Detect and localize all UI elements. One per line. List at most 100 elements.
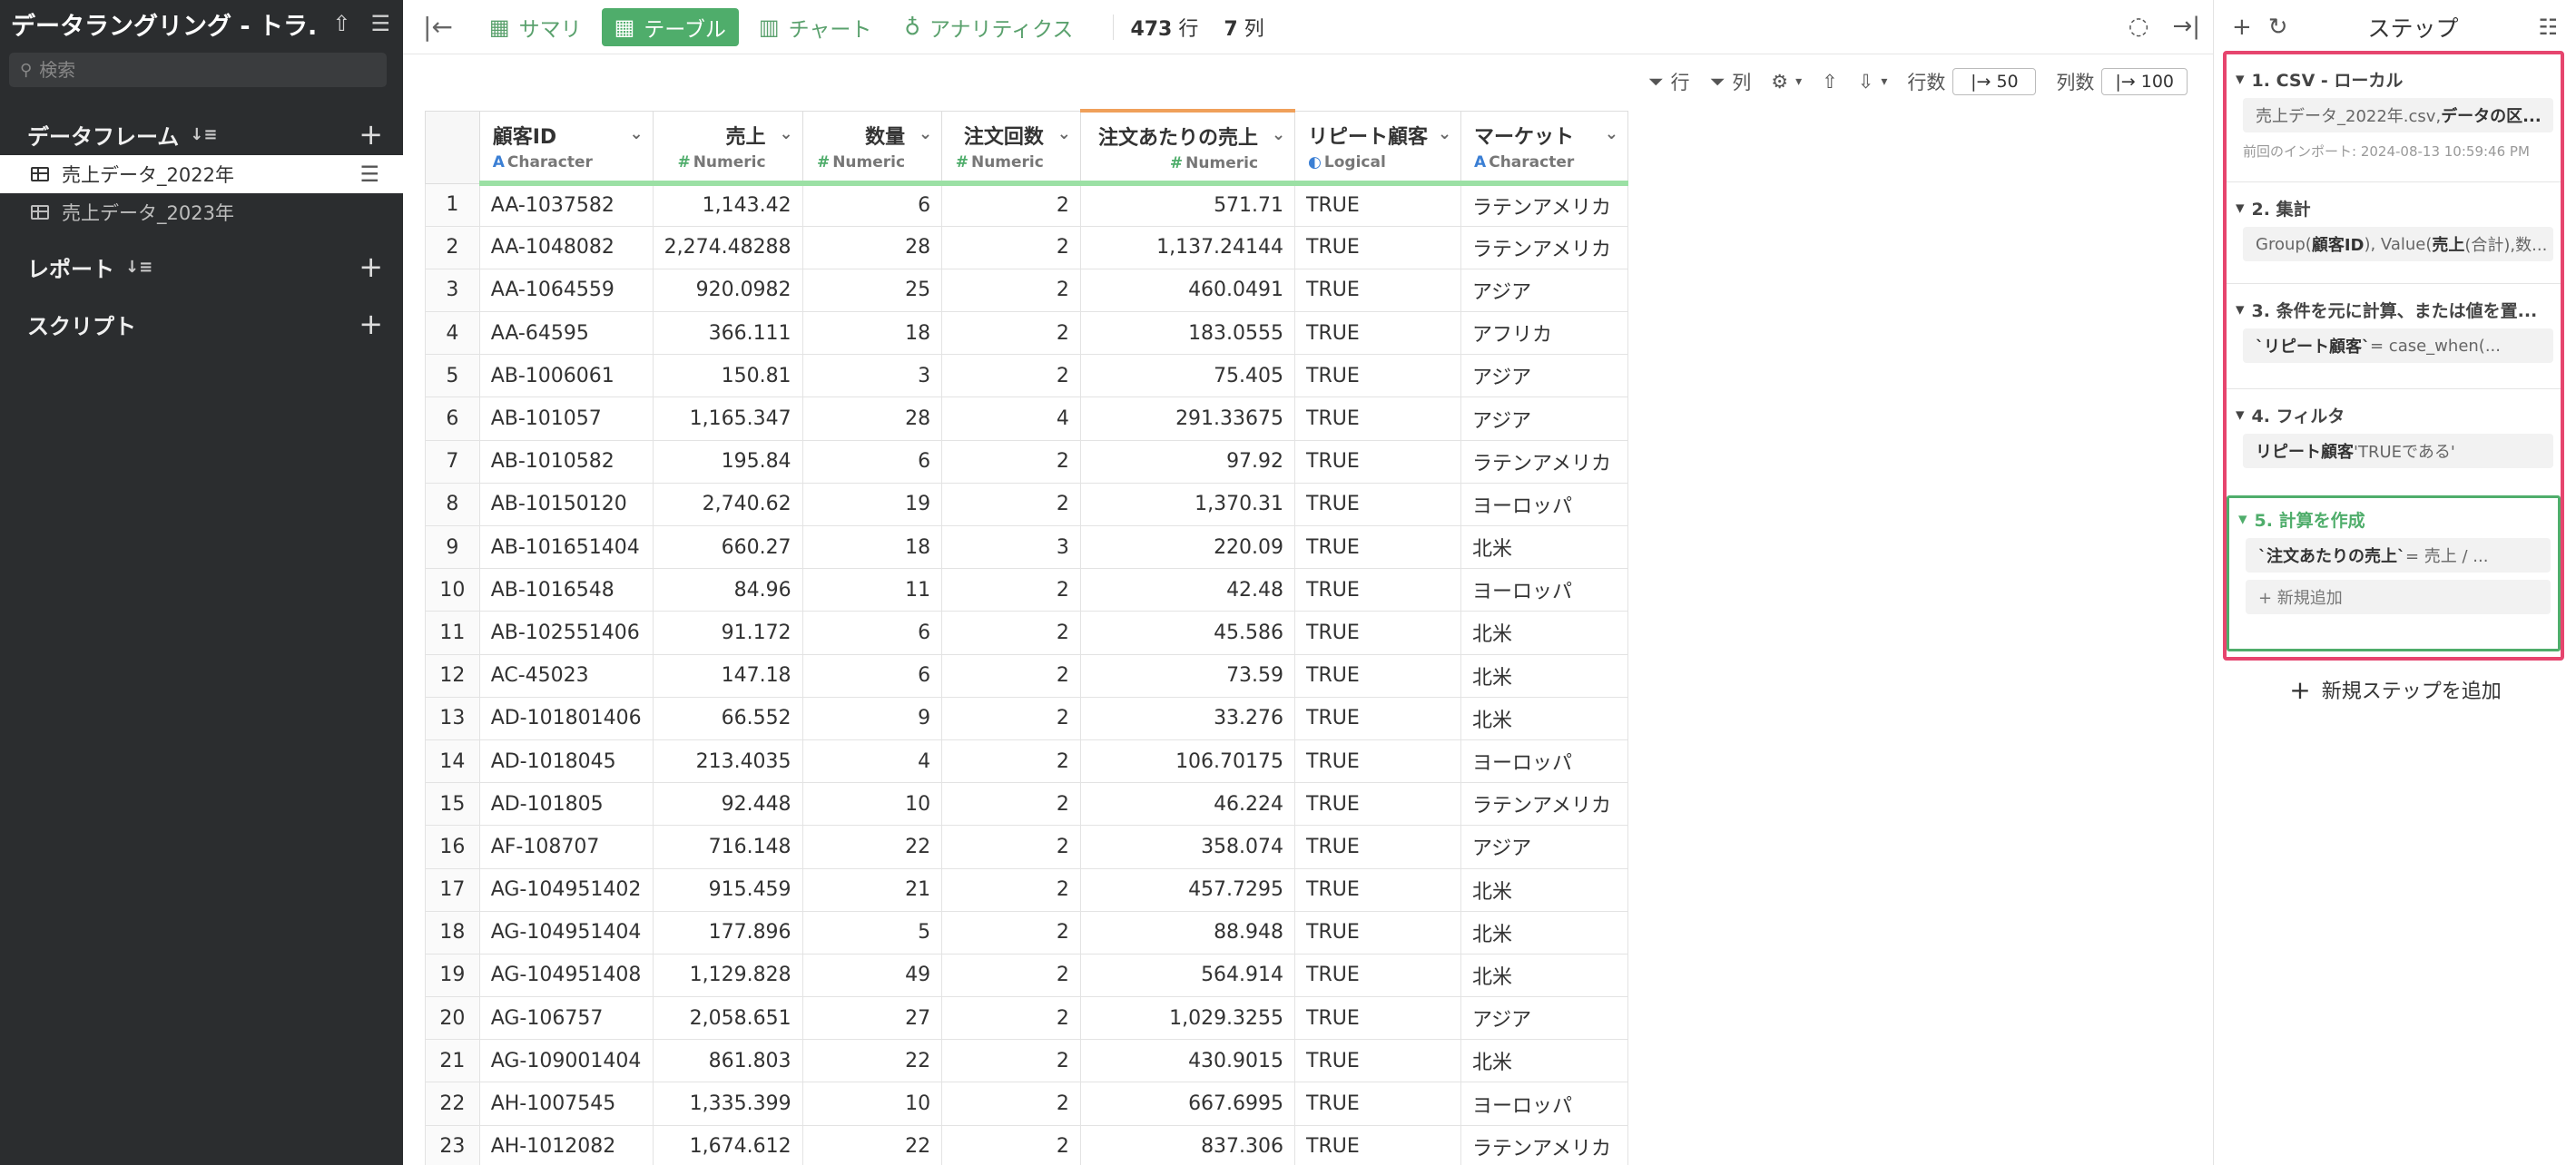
table-cell[interactable]: 1,370.31 bbox=[1079, 482, 1296, 527]
table-cell[interactable]: 22 bbox=[801, 825, 943, 869]
table-cell[interactable]: 291.33675 bbox=[1079, 396, 1296, 441]
step-summary[interactable]: 売上データ_2022年.csv, データの区... bbox=[2243, 98, 2553, 132]
table-cell[interactable]: AB-101057 bbox=[478, 396, 654, 441]
table-cell[interactable]: 2 bbox=[941, 696, 1081, 740]
column-filter-button[interactable]: ⏷ 列 bbox=[1709, 68, 1751, 95]
table-cell[interactable]: 2 bbox=[941, 1082, 1081, 1126]
table-cell[interactable]: 716.148 bbox=[652, 825, 803, 869]
table-cell[interactable]: 2 bbox=[941, 225, 1081, 269]
table-cell[interactable]: 北米 bbox=[1460, 611, 1628, 655]
table-cell[interactable]: アジア bbox=[1460, 396, 1628, 441]
table-cell[interactable]: 660.27 bbox=[652, 524, 803, 570]
step-create-calculation[interactable]: ▾ 5. 計算を作成 `注文あたりの売上` = 売上 / ... + 新規追加 bbox=[2227, 495, 2561, 651]
table-cell[interactable]: 2 bbox=[941, 867, 1081, 912]
dataframe-item-2023[interactable]: 売上データ_2023年 bbox=[0, 193, 403, 231]
table-cell[interactable]: TRUE bbox=[1294, 696, 1462, 740]
table-cell[interactable]: TRUE bbox=[1294, 996, 1462, 1041]
column-header[interactable]: 注文回数 # Numeric ⌄ bbox=[941, 110, 1081, 186]
table-cell[interactable]: 88.948 bbox=[1079, 910, 1296, 955]
table-cell[interactable]: TRUE bbox=[1294, 867, 1462, 912]
table-cell[interactable]: AG-104951408 bbox=[478, 953, 654, 998]
table-cell[interactable]: TRUE bbox=[1294, 782, 1462, 827]
sort-icon[interactable]: ↓≡ bbox=[190, 125, 217, 144]
table-cell[interactable]: 22 bbox=[801, 1039, 943, 1083]
table-cell[interactable]: AH-1007545 bbox=[478, 1082, 654, 1126]
tab-summary[interactable]: ▦ サマリ bbox=[477, 8, 595, 46]
table-cell[interactable]: 3 bbox=[941, 524, 1081, 570]
table-cell[interactable]: 6 bbox=[801, 182, 943, 227]
step-conditional-compute[interactable]: ▾ 3. 条件を元に計算、または値を置... `リピート顧客` = case_wh… bbox=[2227, 296, 2561, 363]
table-cell[interactable]: 2 bbox=[941, 825, 1081, 869]
table-cell[interactable]: 1,674.612 bbox=[652, 1124, 803, 1165]
table-cell[interactable]: 91.172 bbox=[652, 611, 803, 655]
table-cell[interactable]: AD-1018045 bbox=[478, 739, 654, 784]
table-cell[interactable]: TRUE bbox=[1294, 739, 1462, 784]
table-cell[interactable]: 1,143.42 bbox=[652, 182, 803, 227]
table-cell[interactable]: 366.111 bbox=[652, 311, 803, 356]
download-dropdown[interactable]: ⇩ ▾ bbox=[1858, 71, 1888, 93]
table-cell[interactable]: 28 bbox=[801, 396, 943, 441]
table-cell[interactable]: ラテンアメリカ bbox=[1460, 782, 1628, 827]
step-filter[interactable]: ▾ 4. フィルタ リピート顧客 'TRUEである' bbox=[2227, 401, 2561, 468]
table-cell[interactable]: 25 bbox=[801, 268, 943, 313]
table-cell[interactable]: 2 bbox=[941, 910, 1081, 955]
table-cell[interactable]: 21 bbox=[801, 867, 943, 912]
tab-table[interactable]: ▦ テーブル bbox=[601, 7, 739, 46]
table-cell[interactable]: アフリカ bbox=[1460, 311, 1628, 356]
upload-icon[interactable]: ⇧ bbox=[332, 11, 350, 36]
table-cell[interactable]: AB-1006061 bbox=[478, 354, 654, 398]
table-cell[interactable]: 460.0491 bbox=[1079, 268, 1296, 313]
table-cell[interactable]: TRUE bbox=[1294, 910, 1462, 955]
table-cell[interactable]: TRUE bbox=[1294, 311, 1462, 356]
table-cell[interactable]: 571.71 bbox=[1079, 182, 1296, 227]
step-summary[interactable]: リピート顧客 'TRUEである' bbox=[2243, 434, 2553, 468]
table-cell[interactable]: AG-104951402 bbox=[478, 867, 654, 912]
table-cell[interactable]: 564.914 bbox=[1079, 953, 1296, 998]
table-cell[interactable]: 2 bbox=[941, 782, 1081, 827]
table-cell[interactable]: 2 bbox=[941, 953, 1081, 998]
table-cell[interactable]: 1,165.347 bbox=[652, 396, 803, 441]
table-cell[interactable]: AG-109001404 bbox=[478, 1039, 654, 1083]
add-dataframe-button[interactable]: + bbox=[359, 117, 383, 152]
tab-analytics[interactable]: ♁ アナリティクス bbox=[891, 8, 1086, 46]
refresh-icon[interactable]: ↻ bbox=[2268, 14, 2288, 41]
table-cell[interactable]: 5 bbox=[801, 910, 943, 955]
table-cell[interactable]: 2 bbox=[941, 1124, 1081, 1165]
table-cell[interactable]: 6 bbox=[801, 611, 943, 655]
table-cell[interactable]: 北米 bbox=[1460, 867, 1628, 912]
table-cell[interactable]: 北米 bbox=[1460, 910, 1628, 955]
table-cell[interactable]: TRUE bbox=[1294, 225, 1462, 269]
table-cell[interactable]: 430.9015 bbox=[1079, 1039, 1296, 1083]
chevron-down-icon[interactable]: ⌄ bbox=[1057, 124, 1071, 143]
table-cell[interactable]: アジア bbox=[1460, 996, 1628, 1041]
table-cell[interactable]: 1,137.24144 bbox=[1079, 225, 1296, 269]
table-cell[interactable]: 22 bbox=[801, 1124, 943, 1165]
table-cell[interactable]: 183.0555 bbox=[1079, 311, 1296, 356]
table-cell[interactable]: 45.586 bbox=[1079, 611, 1296, 655]
table-cell[interactable]: 42.48 bbox=[1079, 568, 1296, 612]
table-cell[interactable]: TRUE bbox=[1294, 568, 1462, 612]
table-cell[interactable]: 1,335.399 bbox=[652, 1082, 803, 1126]
table-cell[interactable]: ヨーロッパ bbox=[1460, 568, 1628, 612]
table-cell[interactable]: ラテンアメリカ bbox=[1460, 225, 1628, 269]
table-cell[interactable]: 46.224 bbox=[1079, 782, 1296, 827]
table-cell[interactable]: TRUE bbox=[1294, 268, 1462, 313]
table-cell[interactable]: 北米 bbox=[1460, 653, 1628, 698]
table-cell[interactable]: 北米 bbox=[1460, 953, 1628, 998]
table-cell[interactable]: 49 bbox=[801, 953, 943, 998]
table-cell[interactable]: AB-1010582 bbox=[478, 439, 654, 484]
collapse-right-panel-icon[interactable]: →| bbox=[2172, 13, 2200, 40]
chevron-down-icon[interactable]: ⌄ bbox=[779, 124, 792, 143]
item-menu-icon[interactable]: ☰ bbox=[359, 162, 379, 187]
rows-per-page-input[interactable]: |→ 50 bbox=[1952, 68, 2037, 95]
table-cell[interactable]: AB-10150120 bbox=[478, 482, 654, 527]
table-cell[interactable]: 4 bbox=[941, 396, 1081, 441]
table-cell[interactable]: 1,029.3255 bbox=[1079, 996, 1296, 1041]
add-step-button[interactable]: + 新規ステップを追加 bbox=[2214, 671, 2576, 708]
table-cell[interactable]: TRUE bbox=[1294, 1082, 1462, 1126]
table-cell[interactable]: 73.59 bbox=[1079, 653, 1296, 698]
table-cell[interactable]: 18 bbox=[801, 311, 943, 356]
table-cell[interactable]: 2 bbox=[941, 653, 1081, 698]
table-cell[interactable]: 2 bbox=[941, 311, 1081, 356]
table-cell[interactable]: 92.448 bbox=[652, 782, 803, 827]
